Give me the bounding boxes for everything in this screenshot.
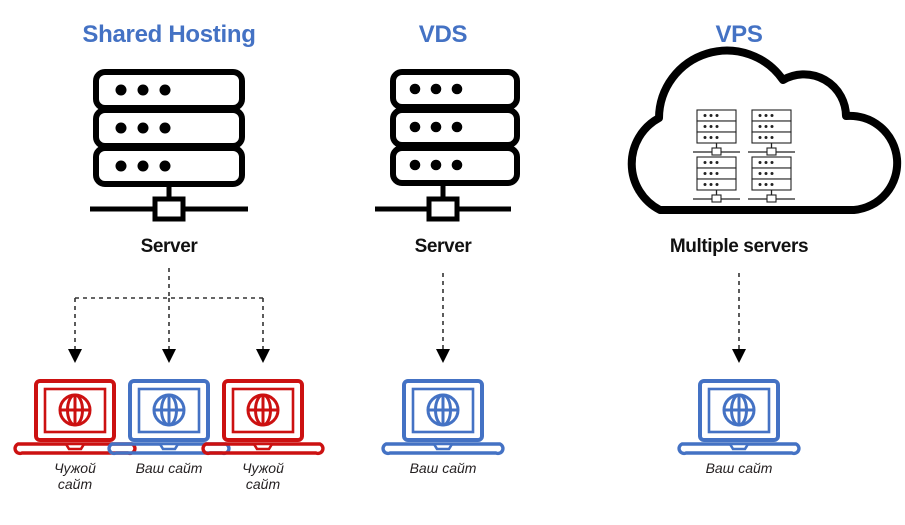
site-caption-line-2: сайт [58,476,93,492]
server-label-vds: Server [415,236,473,257]
connector-arrow-vps [732,273,746,363]
site-laptop-yours-vds[interactable]: Ваш сайт [381,379,505,476]
rack-server-icon [375,69,520,222]
arrowhead-icon [256,349,270,363]
column-title-vps: VPS [715,21,762,48]
arrowhead-icon [732,349,746,363]
column-title-vds: VDS [419,21,468,48]
site-laptop-yours-vps[interactable]: Ваш сайт [677,379,801,476]
column-shared-hosting: Shared Hosting Server Чужой сайт Ваш сай… [13,21,325,492]
arrowhead-icon [68,349,82,363]
arrowhead-icon [436,349,450,363]
site-caption-line-1: Ваш сайт [136,460,203,476]
connector-arrow-vds [436,273,450,363]
rack-server-icon [90,69,248,222]
cloud-servers-icon [627,46,902,214]
column-vps: VPS Multiple servers Ваш сайт [627,21,902,476]
hosting-comparison-diagram: Shared Hosting Server Чужой сайт Ваш сай… [13,21,902,492]
laptop-globe-icon [201,379,325,456]
server-label-shared-hosting: Server [141,236,199,257]
connector-arrows-shared-hosting [68,268,270,363]
site-laptop-foreign-2[interactable]: Чужой сайт [201,379,325,492]
site-caption-line-1: Чужой [242,460,284,476]
site-caption-line-2: сайт [246,476,281,492]
site-caption-line-1: Ваш сайт [706,460,773,476]
laptop-globe-icon [677,379,801,456]
site-caption-line-1: Ваш сайт [410,460,477,476]
site-laptop-yours-1[interactable]: Ваш сайт [107,379,231,476]
site-caption-line-1: Чужой [54,460,96,476]
column-vds: VDS Server Ваш сайт [375,21,520,476]
arrowhead-icon [162,349,176,363]
laptop-globe-icon [381,379,505,456]
server-label-vps: Multiple servers [670,236,808,257]
site-laptop-foreign-1[interactable]: Чужой сайт [13,379,137,492]
column-title-shared-hosting: Shared Hosting [82,21,255,48]
